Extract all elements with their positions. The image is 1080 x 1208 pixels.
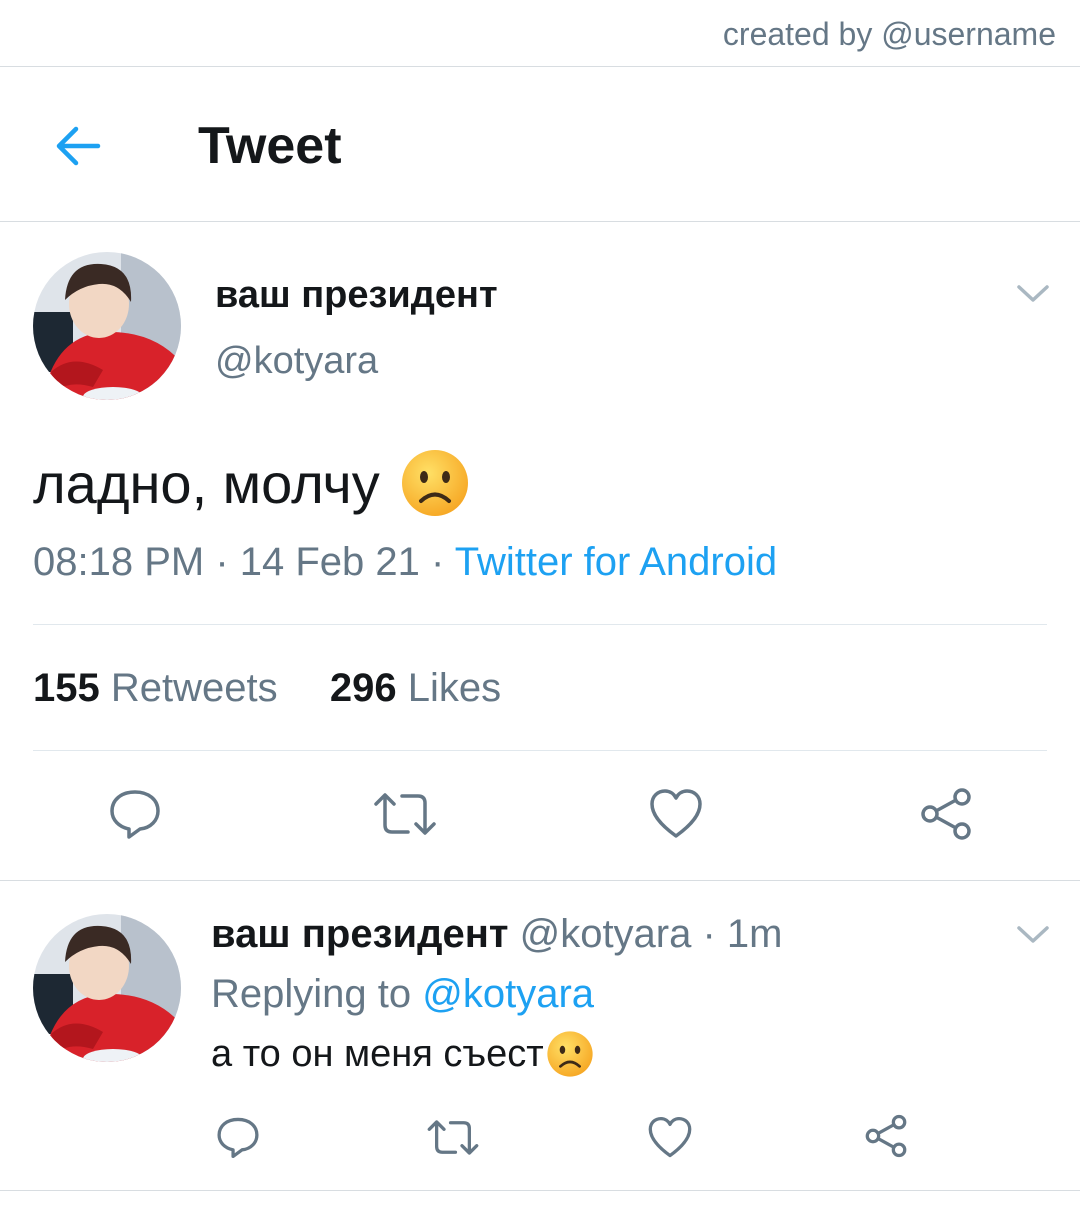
retweet-icon — [427, 1119, 479, 1155]
arrow-left-icon — [56, 126, 101, 166]
like-icon — [650, 789, 702, 838]
page-title: Tweet — [198, 117, 342, 175]
meta-divider — [33, 624, 1047, 625]
reply-dot: · — [691, 912, 727, 956]
chevron-down-icon[interactable] — [1016, 283, 1050, 305]
replying-to: Replying to @kotyara — [211, 972, 594, 1017]
tweet-meta: 08:18 PM · 14 Feb 21 · Twitter for Andro… — [33, 540, 777, 585]
retweets-count: 155 — [33, 666, 100, 710]
likes-count: 296 — [329, 666, 397, 710]
frowning-face-icon — [547, 1031, 593, 1077]
back-button[interactable] — [52, 120, 104, 172]
meta-separator: · — [419, 540, 455, 584]
reply-avatar[interactable] — [33, 914, 181, 1062]
chevron-down-icon[interactable] — [1016, 924, 1050, 946]
replying-to-handle[interactable]: @kotyara — [422, 972, 594, 1016]
meta-separator: · — [204, 540, 240, 584]
share-icon — [921, 788, 971, 840]
bottom-divider — [0, 1190, 1080, 1191]
share-icon — [865, 1114, 907, 1158]
like-button[interactable] — [646, 786, 706, 842]
likes-stat[interactable]: 296 Likes — [330, 666, 501, 710]
retweet-icon — [374, 793, 436, 835]
top-divider — [0, 66, 1080, 67]
reply-share-button[interactable] — [862, 1112, 910, 1160]
reply-header: ваш президент @kotyara · 1m — [211, 912, 783, 957]
reply-author-name[interactable]: ваш президент — [211, 912, 508, 956]
reply-icon — [110, 790, 160, 839]
tweet-source-link[interactable]: Twitter for Android — [455, 540, 777, 584]
retweets-stat[interactable]: 155 Retweets — [33, 666, 278, 710]
reply-time: 1m — [726, 912, 783, 956]
like-icon — [648, 1116, 692, 1157]
reply-icon — [217, 1117, 259, 1158]
reply-like-button[interactable] — [646, 1114, 694, 1160]
reply-text-content: а то он меня съест — [211, 1032, 544, 1075]
header-divider — [0, 221, 1080, 222]
frowning-face-icon — [401, 450, 468, 516]
reply-retweet-button[interactable] — [426, 1114, 480, 1160]
stats-divider — [33, 750, 1047, 751]
author-handle[interactable]: @kotyara — [215, 340, 378, 383]
credit-text: created by @username — [722, 16, 1056, 52]
replying-to-label: Replying to — [211, 972, 412, 1016]
author-name[interactable]: ваш президент — [215, 274, 498, 317]
tweet-text: ладно, молчу — [33, 448, 470, 518]
share-button[interactable] — [916, 786, 976, 842]
avatar[interactable] — [33, 252, 181, 400]
likes-label: Likes — [407, 666, 502, 710]
retweet-button[interactable] — [372, 786, 438, 842]
reply-reply-button[interactable] — [214, 1114, 262, 1160]
reply-text: а то он меня съест — [211, 1030, 594, 1078]
tweet-date: 14 Feb 21 — [239, 540, 420, 584]
tweet-text-content: ладно, молчу — [33, 451, 380, 515]
retweets-label: Retweets — [110, 666, 278, 710]
tweet-divider — [0, 880, 1080, 881]
tweet-stats: 155 Retweets 296 Likes — [33, 666, 501, 711]
reply-button[interactable] — [104, 786, 166, 842]
reply-author-handle[interactable]: @kotyara — [520, 912, 692, 956]
tweet-time: 08:18 PM — [33, 540, 205, 584]
